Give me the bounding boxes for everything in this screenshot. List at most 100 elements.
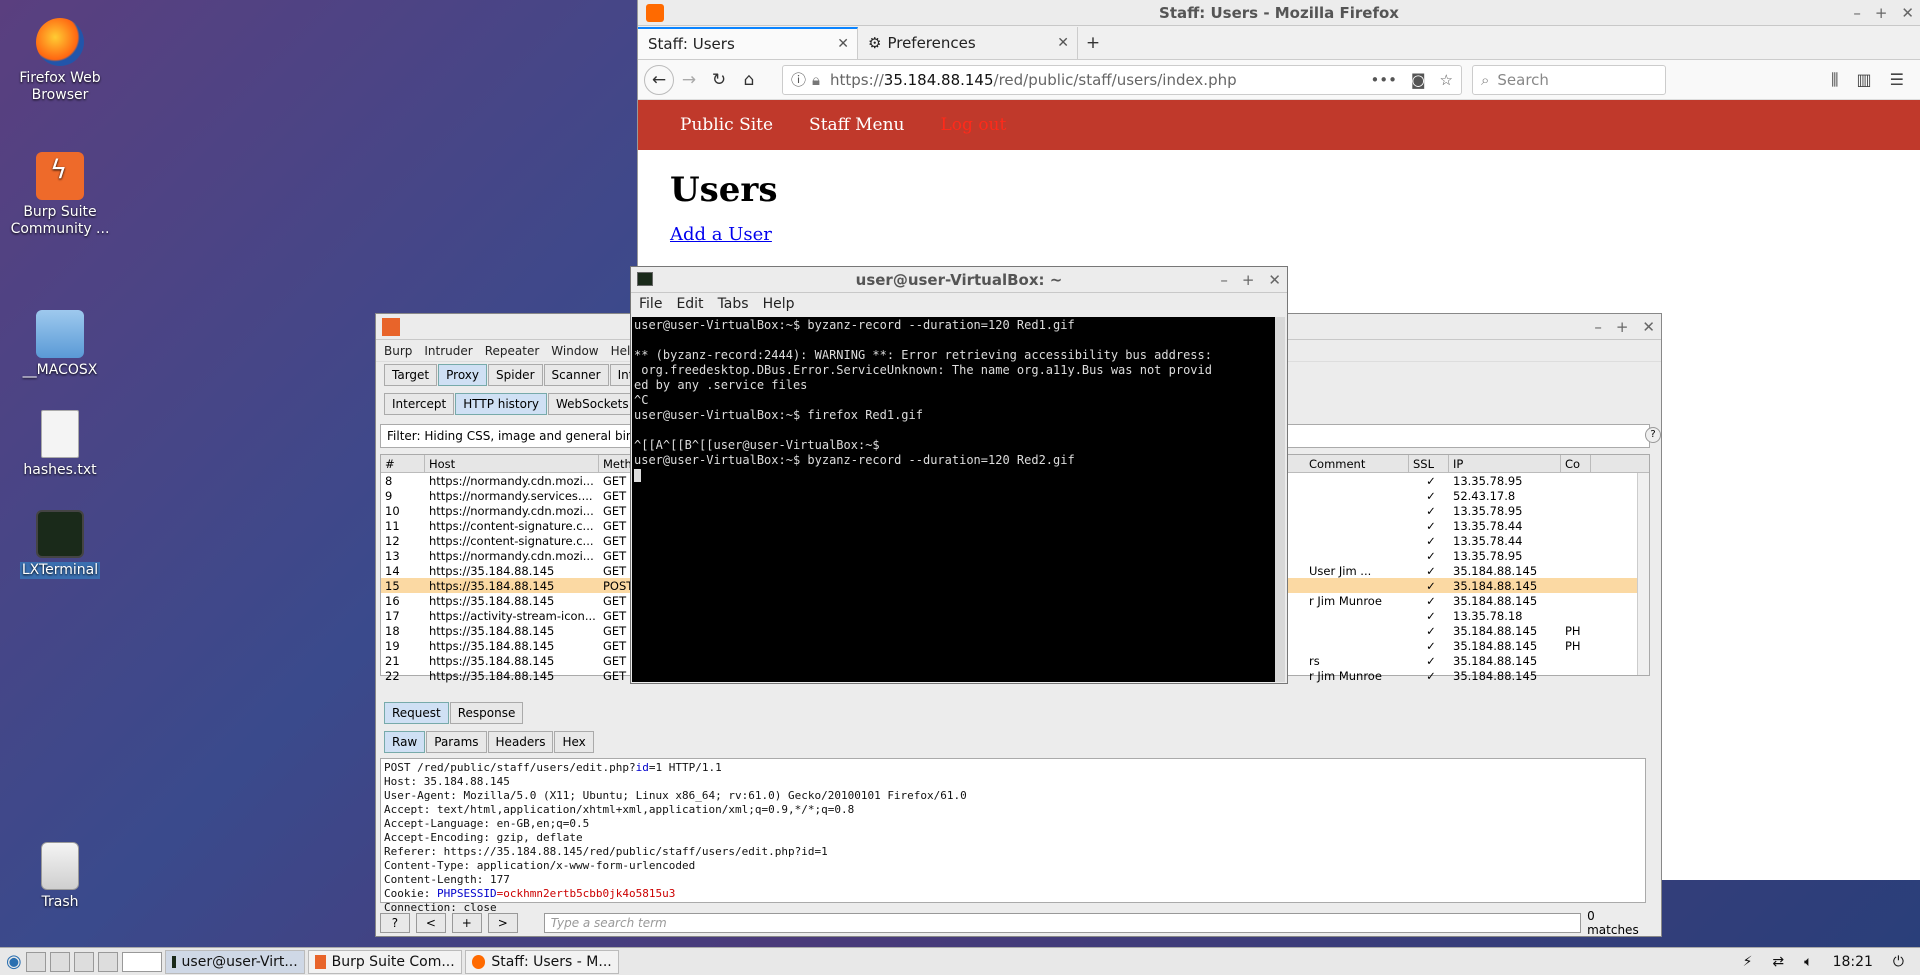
- next-button[interactable]: >: [487, 913, 518, 933]
- menu-repeater[interactable]: Repeater: [485, 344, 540, 358]
- taskbar-item-burp[interactable]: Burp Suite Com...: [307, 949, 462, 974]
- tab-response[interactable]: Response: [449, 702, 524, 724]
- tab-target[interactable]: Target: [384, 364, 438, 386]
- clock[interactable]: 18:21: [1833, 954, 1873, 970]
- close-icon[interactable]: ✕: [1268, 271, 1281, 289]
- header-line: Content-Type: application/x-www-form-url…: [384, 859, 696, 872]
- desktop-icon-macosx[interactable]: __MACOSX: [5, 310, 115, 379]
- taskbar-item-terminal[interactable]: user@user-Virt...: [164, 949, 305, 974]
- help-icon[interactable]: ?: [1645, 427, 1661, 443]
- menu-tabs[interactable]: Tabs: [718, 296, 749, 312]
- tab-headers[interactable]: Headers: [487, 731, 554, 753]
- firefox-app-icon: [646, 4, 664, 22]
- page-actions-icon[interactable]: •••: [1370, 71, 1397, 89]
- desktop-icon-hashes[interactable]: hashes.txt: [5, 410, 115, 479]
- close-tab-icon[interactable]: ✕: [1057, 35, 1069, 51]
- menu-window[interactable]: Window: [551, 344, 598, 358]
- close-icon[interactable]: ✕: [1642, 318, 1655, 336]
- maximize-icon[interactable]: +: [1875, 4, 1888, 22]
- taskbar-item-firefox[interactable]: Staff: Users - M...: [464, 949, 619, 974]
- back-button[interactable]: ←: [644, 64, 674, 95]
- workspace-icon[interactable]: [121, 951, 162, 972]
- terminal-titlebar[interactable]: user@user-VirtualBox: ~ – + ✕: [631, 267, 1287, 293]
- start-menu-icon[interactable]: ◉: [6, 951, 22, 972]
- tab-raw[interactable]: Raw: [384, 731, 426, 753]
- tab-intercept[interactable]: Intercept: [384, 393, 455, 415]
- col-host[interactable]: Host: [425, 454, 599, 473]
- col-ssl[interactable]: SSL: [1409, 454, 1449, 473]
- network-icon[interactable]: ⇄: [1772, 954, 1784, 970]
- library-icon[interactable]: ⫼: [1831, 70, 1838, 90]
- message-view-tabs: Raw Params Headers Hex: [384, 731, 595, 753]
- menu-help[interactable]: Help: [763, 296, 795, 312]
- minimize-icon[interactable]: –: [1594, 318, 1602, 336]
- gear-icon: ⚙: [868, 34, 882, 52]
- tab-scanner[interactable]: Scanner: [543, 364, 609, 386]
- maximize-icon[interactable]: +: [1616, 318, 1629, 336]
- desktop-icon-trash[interactable]: Trash: [5, 842, 115, 911]
- tab-params[interactable]: Params: [426, 731, 487, 753]
- window-title: Staff: Users - Mozilla Firefox: [1159, 3, 1399, 22]
- table-scrollbar[interactable]: [1637, 473, 1649, 675]
- menu-burp[interactable]: Burp: [384, 344, 412, 358]
- search-input[interactable]: ⌕ Search: [1472, 64, 1666, 95]
- terminal-scrollbar[interactable]: [1275, 317, 1285, 682]
- reload-button[interactable]: ↻: [704, 65, 734, 95]
- bookmark-star-icon[interactable]: ☆: [1440, 71, 1453, 89]
- maximize-icon[interactable]: +: [1242, 271, 1255, 289]
- minimize-icon[interactable]: –: [1853, 4, 1861, 22]
- raw-request-editor[interactable]: POST /red/public/staff/users/edit.php?id…: [380, 758, 1646, 914]
- info-icon[interactable]: ⓘ: [791, 69, 806, 90]
- close-tab-icon[interactable]: ✕: [837, 36, 849, 52]
- menu-file[interactable]: File: [639, 296, 662, 312]
- tab-spider[interactable]: Spider: [488, 364, 543, 386]
- tab-label: Preferences: [887, 34, 976, 52]
- terminal-launcher-icon[interactable]: [97, 951, 118, 972]
- tab-proxy[interactable]: Proxy: [438, 364, 487, 386]
- home-button[interactable]: ⌂: [734, 65, 764, 95]
- menu-intruder[interactable]: Intruder: [424, 344, 472, 358]
- volume-icon[interactable]: 🔈︎: [1804, 954, 1812, 970]
- cell-ssl: ✓: [1426, 578, 1436, 593]
- power-icon[interactable]: ⚡: [1743, 954, 1753, 970]
- tab-staff-users[interactable]: Staff: Users ✕: [638, 27, 858, 59]
- col-cookies[interactable]: Co: [1561, 454, 1591, 473]
- col-ip[interactable]: IP: [1449, 454, 1561, 473]
- col-method[interactable]: Meth: [599, 454, 633, 473]
- new-tab-button[interactable]: +: [1078, 27, 1108, 59]
- pocket-icon[interactable]: ◙: [1411, 71, 1426, 89]
- minimize-icon[interactable]: –: [1220, 271, 1228, 289]
- tab-preferences[interactable]: ⚙ Preferences ✕: [858, 27, 1078, 59]
- logout-link[interactable]: Log out: [941, 115, 1007, 135]
- add-button[interactable]: +: [451, 913, 482, 933]
- url-bar[interactable]: ⓘ 🔒︎ https://35.184.88.145/red/public/st…: [782, 64, 1462, 95]
- cell-num: 16: [385, 593, 400, 608]
- browser-launcher-icon[interactable]: [73, 951, 94, 972]
- firefox-titlebar[interactable]: Staff: Users - Mozilla Firefox – + ✕: [638, 0, 1920, 26]
- taskbar-label: Staff: Users - M...: [491, 953, 612, 970]
- close-icon[interactable]: ✕: [1901, 4, 1914, 22]
- file-manager-icon[interactable]: [49, 951, 70, 972]
- hamburger-menu-icon[interactable]: ☰: [1890, 70, 1904, 90]
- desktop-icon-lxterminal[interactable]: LXTerminal: [5, 510, 115, 579]
- tab-request[interactable]: Request: [384, 702, 449, 724]
- col-comment[interactable]: Comment: [1305, 454, 1409, 473]
- show-desktop-icon[interactable]: [25, 951, 46, 972]
- col-num[interactable]: #: [381, 454, 425, 473]
- tab-http-history[interactable]: HTTP history: [455, 393, 548, 415]
- terminal-output[interactable]: user@user-VirtualBox:~$ byzanz-record --…: [632, 317, 1275, 682]
- public-site-link[interactable]: Public Site: [680, 115, 773, 135]
- search-term-input[interactable]: Type a search term: [543, 913, 1582, 933]
- previous-button[interactable]: <: [415, 913, 446, 933]
- tab-hex[interactable]: Hex: [554, 731, 594, 753]
- cell-method: GET: [603, 608, 627, 623]
- menu-edit[interactable]: Edit: [676, 296, 703, 312]
- sidebar-icon[interactable]: ▥: [1857, 70, 1872, 90]
- desktop-icon-firefox[interactable]: Firefox Web Browser: [5, 18, 115, 104]
- logout-icon[interactable]: ⏻: [1893, 954, 1904, 970]
- forward-button[interactable]: →: [674, 65, 704, 95]
- help-button[interactable]: ?: [380, 913, 410, 933]
- add-user-link[interactable]: Add a User: [670, 224, 772, 245]
- desktop-icon-burp[interactable]: ϟ Burp Suite Community ...: [5, 152, 115, 238]
- staff-menu-link[interactable]: Staff Menu: [809, 115, 904, 135]
